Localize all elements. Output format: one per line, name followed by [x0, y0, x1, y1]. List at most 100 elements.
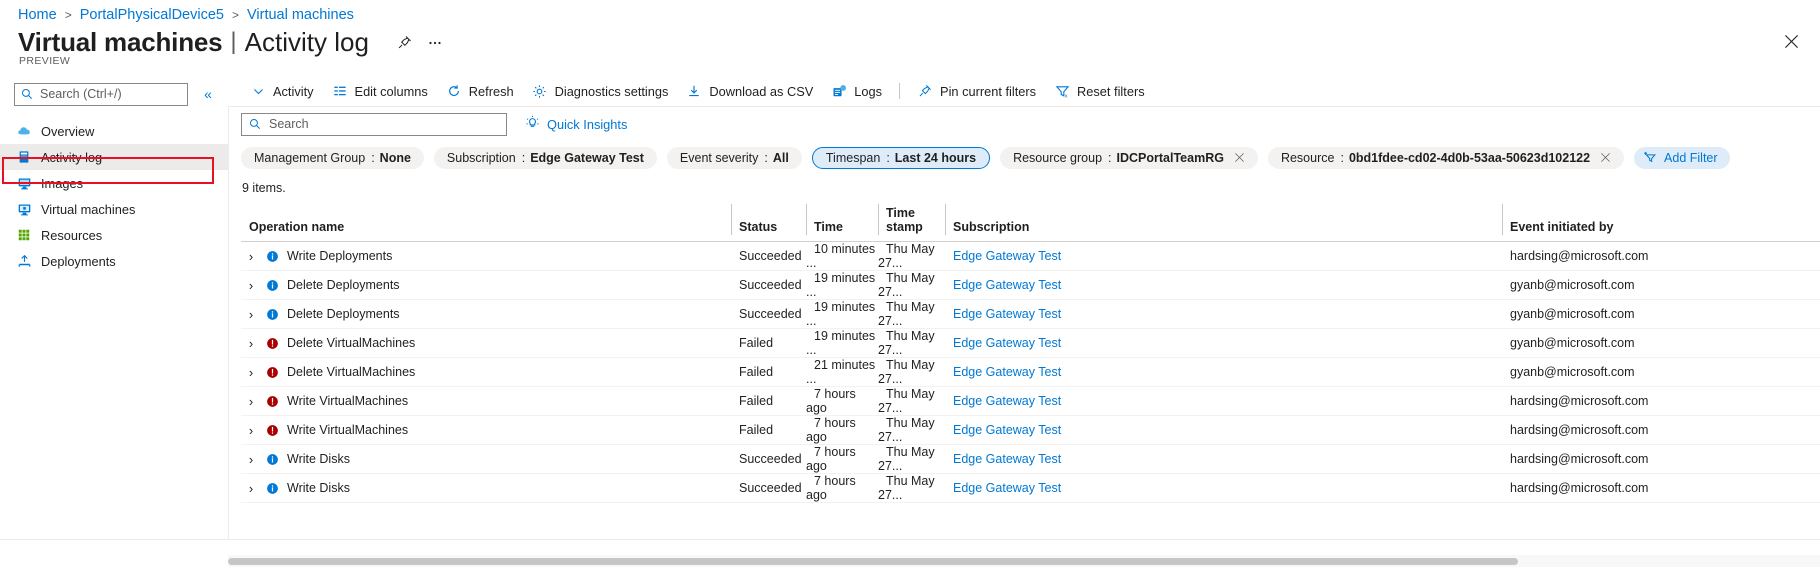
- cell-operation-name[interactable]: › Delete Deployments: [241, 270, 731, 300]
- sidebar-item-overview[interactable]: Overview: [0, 118, 228, 144]
- filter-pill-subscription[interactable]: Subscription : Edge Gateway Test: [433, 147, 657, 169]
- sidebar-search-input[interactable]: [38, 86, 178, 102]
- subscription-link[interactable]: Edge Gateway Test: [945, 336, 1061, 350]
- toolbar-activity-button[interactable]: Activity: [241, 78, 323, 104]
- search-input[interactable]: [267, 116, 487, 132]
- breadcrumb-item-portalphysicaldevice5[interactable]: PortalPhysicalDevice5: [80, 6, 224, 24]
- column-header-time[interactable]: Time: [806, 202, 878, 242]
- expand-row-chevron-right-icon[interactable]: ›: [244, 307, 258, 322]
- sidebar-item-deployments[interactable]: Deployments: [0, 248, 228, 274]
- expand-row-chevron-right-icon[interactable]: ›: [244, 394, 258, 409]
- subscription-link[interactable]: Edge Gateway Test: [945, 394, 1061, 408]
- filter-reset-icon: x: [1054, 83, 1070, 99]
- subscription-link[interactable]: Edge Gateway Test: [945, 481, 1061, 495]
- cell-operation-name[interactable]: › Write VirtualMachines: [241, 386, 731, 416]
- expand-row-chevron-right-icon[interactable]: ›: [244, 481, 258, 496]
- subscription-link[interactable]: Edge Gateway Test: [945, 249, 1061, 263]
- horizontal-scrollbar[interactable]: [228, 555, 1820, 567]
- table-row[interactable]: › Delete VirtualMachines Failed 19 minutes …: [241, 328, 1820, 358]
- cell-subscription[interactable]: Edge Gateway Test: [945, 357, 1502, 387]
- remove-filter-icon[interactable]: [1600, 152, 1611, 165]
- toolbar-diagnostics-settings-button[interactable]: Diagnostics settings: [523, 78, 678, 104]
- quick-insights-button[interactable]: Quick Insights: [525, 115, 627, 133]
- toolbar-reset-filters-button[interactable]: x Reset filters: [1045, 78, 1154, 104]
- sidebar-item-activity-log[interactable]: Activity log: [0, 144, 228, 170]
- expand-row-chevron-right-icon[interactable]: ›: [244, 278, 258, 293]
- toolbar-download-csv-button[interactable]: Download as CSV: [677, 78, 822, 104]
- cell-time: 7 hours ago: [806, 444, 878, 474]
- table-row[interactable]: › Delete Deployments Succeeded 19 minutes .…: [241, 270, 1820, 300]
- expand-row-chevron-right-icon[interactable]: ›: [244, 423, 258, 438]
- cell-time: 19 minutes ...: [806, 270, 878, 300]
- sidebar-item-virtual-machines[interactable]: Virtual machines: [0, 196, 228, 222]
- filter-pill-name: Resource: [1280, 151, 1335, 165]
- table-row[interactable]: › Write Deployments Succeeded 10 minutes ..…: [241, 241, 1820, 271]
- toolbar-pin-current-filters-button[interactable]: Pin current filters: [908, 78, 1045, 104]
- cell-operation-name[interactable]: › Write Deployments: [241, 241, 731, 271]
- subscription-link[interactable]: Edge Gateway Test: [945, 423, 1061, 437]
- cell-subscription[interactable]: Edge Gateway Test: [945, 241, 1502, 271]
- filter-pill-event-severity[interactable]: Event severity : All: [666, 147, 802, 169]
- cell-operation-name[interactable]: › Delete Deployments: [241, 299, 731, 329]
- add-filter-button[interactable]: Add Filter: [1634, 147, 1730, 169]
- remove-filter-icon[interactable]: [1234, 152, 1245, 165]
- subscription-link[interactable]: Edge Gateway Test: [945, 365, 1061, 379]
- cell-status: Succeeded: [731, 241, 806, 271]
- table-row[interactable]: › Write VirtualMachines Failed 7 hours ago T…: [241, 415, 1820, 445]
- sidebar-item-label: Deployments: [41, 253, 116, 269]
- table-row[interactable]: › Delete Deployments Succeeded 19 minutes .…: [241, 299, 1820, 329]
- ellipsis-icon[interactable]: [421, 28, 449, 56]
- filter-pill-value: 0bd1fdee-cd02-4d0b-53aa-50623d102122: [1348, 151, 1591, 165]
- expand-row-chevron-right-icon[interactable]: ›: [244, 452, 258, 467]
- toolbar-edit-columns-button[interactable]: Edit columns: [323, 78, 437, 104]
- cell-subscription[interactable]: Edge Gateway Test: [945, 473, 1502, 503]
- breadcrumb-item-virtual-machines[interactable]: Virtual machines: [247, 6, 354, 24]
- table-row[interactable]: › Write Disks Succeeded 7 hours ago Thu May …: [241, 444, 1820, 474]
- close-icon[interactable]: [1776, 26, 1806, 56]
- cell-subscription[interactable]: Edge Gateway Test: [945, 270, 1502, 300]
- table-row[interactable]: › Write VirtualMachines Failed 7 hours ago T…: [241, 386, 1820, 416]
- cell-subscription[interactable]: Edge Gateway Test: [945, 299, 1502, 329]
- operation-name-text: Delete VirtualMachines: [287, 365, 416, 379]
- cell-subscription[interactable]: Edge Gateway Test: [945, 415, 1502, 445]
- expand-row-chevron-right-icon[interactable]: ›: [244, 365, 258, 380]
- event-initiated-by-text: hardsing@microsoft.com: [1510, 249, 1649, 263]
- sidebar-item-images[interactable]: Images: [0, 170, 228, 196]
- column-header-event-initiated-by[interactable]: Event initiated by: [1502, 202, 1820, 242]
- cell-operation-name[interactable]: › Write Disks: [241, 473, 731, 503]
- pin-icon[interactable]: [391, 28, 419, 56]
- breadcrumb-item-home[interactable]: Home: [18, 6, 57, 24]
- subscription-link[interactable]: Edge Gateway Test: [945, 278, 1061, 292]
- cell-operation-name[interactable]: › Delete VirtualMachines: [241, 328, 731, 358]
- subscription-link[interactable]: Edge Gateway Test: [945, 307, 1061, 321]
- scrollbar-thumb[interactable]: [228, 558, 1518, 565]
- column-header-subscription[interactable]: Subscription: [945, 202, 1502, 242]
- column-header-time-stamp[interactable]: Time stamp: [878, 202, 945, 242]
- sidebar-item-resources[interactable]: Resources: [0, 222, 228, 248]
- toolbar-logs-button[interactable]: Logs: [822, 78, 891, 104]
- table-row[interactable]: › Write Disks Succeeded 7 hours ago Thu May …: [241, 473, 1820, 503]
- cell-operation-name[interactable]: › Write VirtualMachines: [241, 415, 731, 445]
- cell-subscription[interactable]: Edge Gateway Test: [945, 386, 1502, 416]
- filter-pill-timespan[interactable]: Timespan : Last 24 hours: [811, 147, 991, 169]
- filter-pill-management-group[interactable]: Management Group : None: [241, 147, 424, 169]
- column-header-status[interactable]: Status: [731, 202, 806, 242]
- sidebar-search-box[interactable]: [14, 82, 188, 106]
- filter-pill-resource-group[interactable]: Resource group : IDCPortalTeamRG: [1000, 147, 1258, 169]
- cell-status: Failed: [731, 328, 806, 358]
- cell-subscription[interactable]: Edge Gateway Test: [945, 444, 1502, 474]
- table-row[interactable]: › Delete VirtualMachines Failed 21 minutes …: [241, 357, 1820, 387]
- cell-status: Failed: [731, 357, 806, 387]
- cell-operation-name[interactable]: › Write Disks: [241, 444, 731, 474]
- expand-row-chevron-right-icon[interactable]: ›: [244, 249, 258, 264]
- operation-name-text: Write Deployments: [287, 249, 393, 263]
- search-box[interactable]: [241, 112, 507, 136]
- cell-subscription[interactable]: Edge Gateway Test: [945, 328, 1502, 358]
- cell-operation-name[interactable]: › Delete VirtualMachines: [241, 357, 731, 387]
- expand-row-chevron-right-icon[interactable]: ›: [244, 336, 258, 351]
- toolbar-refresh-button[interactable]: Refresh: [437, 78, 523, 104]
- filter-pill-resource[interactable]: Resource : 0bd1fdee-cd02-4d0b-53aa-50623…: [1267, 147, 1625, 169]
- column-header-operation-name[interactable]: Operation name: [241, 202, 731, 242]
- subscription-link[interactable]: Edge Gateway Test: [945, 452, 1061, 466]
- collapse-sidebar-icon[interactable]: «: [200, 86, 216, 102]
